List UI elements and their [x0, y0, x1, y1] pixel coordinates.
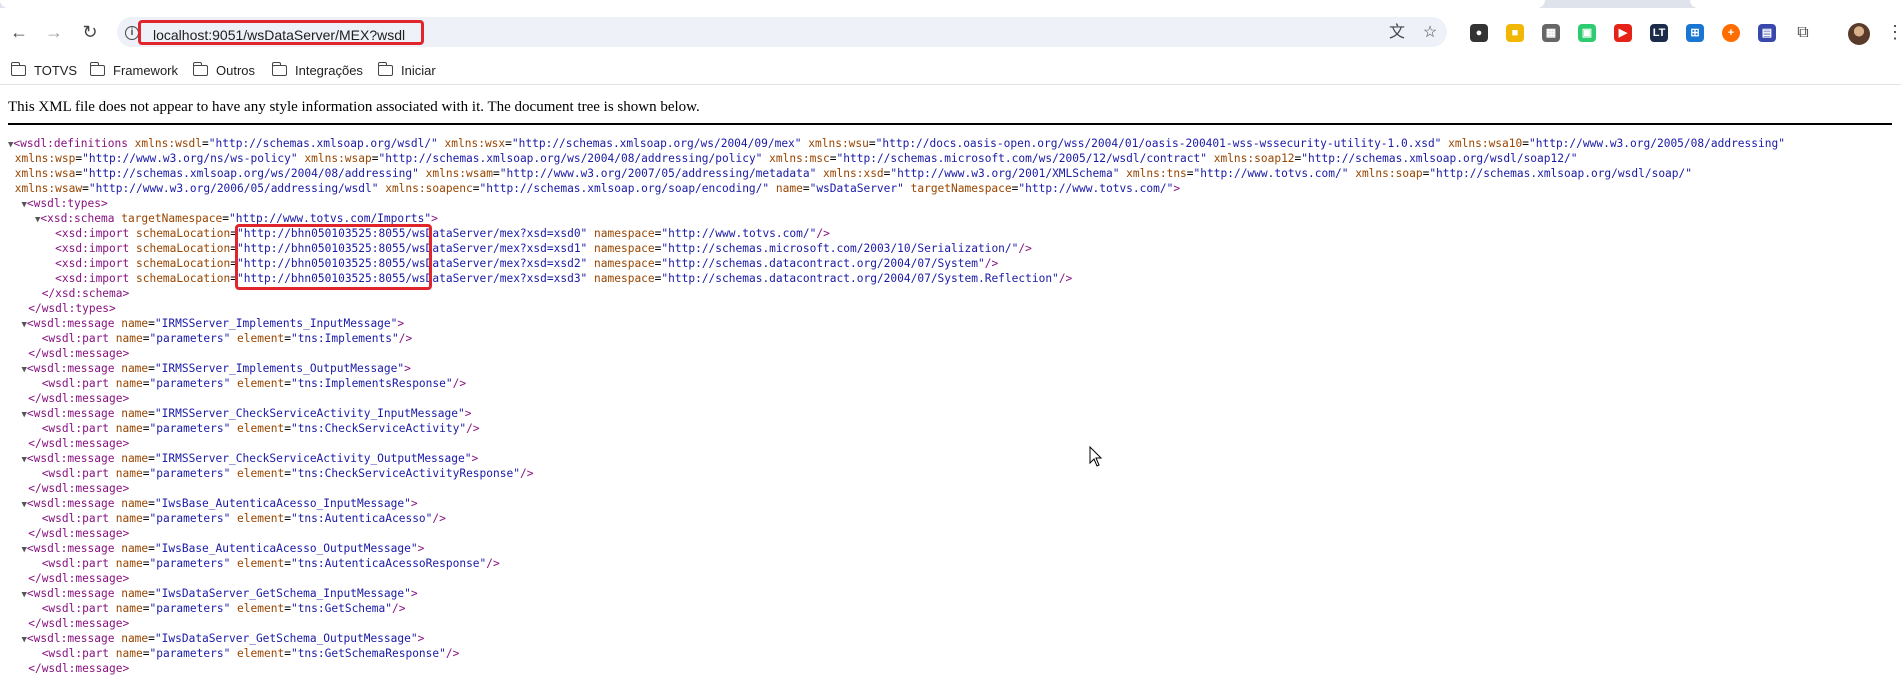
xml-line: <wsdl:part name="parameters" element="tn…	[41, 377, 467, 390]
bookmark-folder-integracoes[interactable]: Integrações	[271, 61, 363, 79]
extension-icon-2[interactable]: ■	[1506, 24, 1524, 42]
xml-node-collapsible[interactable]: ▼<wsdl:message name="IwsBase_AutenticaAc…	[8, 541, 424, 556]
extension-icon-5[interactable]: ▶	[1614, 24, 1632, 42]
tab-strip	[0, 0, 1901, 8]
extension-icon-4[interactable]: ▣	[1578, 24, 1596, 42]
folder-icon	[377, 61, 393, 76]
browser-toolbar: ← → ↻ i localhost:9051/wsDataServer/MEX?…	[0, 8, 1901, 55]
url-text[interactable]: localhost:9051/wsDataServer/MEX?wsdl	[153, 27, 405, 43]
xml-node-collapsible[interactable]: ▼<wsdl:message name="IRMSServer_Implemen…	[8, 316, 404, 331]
extension-icon-8[interactable]: +	[1722, 24, 1740, 42]
extensions-puzzle-icon[interactable]: ⧉	[1793, 23, 1813, 43]
xml-line: xmlns:wsp="http://www.w3.org/ns/ws-polic…	[8, 152, 1578, 165]
folder-icon	[89, 61, 105, 76]
xml-node-collapsible[interactable]: ▼<wsdl:message name="IRMSServer_CheckSer…	[8, 406, 471, 421]
mouse-cursor-icon	[1089, 446, 1103, 467]
profile-avatar[interactable]	[1848, 23, 1870, 45]
xml-line: xmlns:wsaw="http://www.w3.org/2006/05/ad…	[8, 182, 1181, 195]
xml-node-collapsible[interactable]: ▼<wsdl:message name="IwsDataServer_GetSc…	[8, 631, 424, 646]
windows-icon[interactable]: ⊞	[1686, 24, 1704, 42]
xml-line: <xsd:import schemaLocation="http://bhn05…	[55, 272, 1073, 285]
xml-node-collapsible[interactable]: ▼<wsdl:definitions xmlns:wsdl="http://sc…	[8, 136, 1785, 151]
xml-line: <xsd:import schemaLocation="http://bhn05…	[55, 257, 999, 270]
xml-line: </wsdl:message>	[28, 662, 130, 675]
xml-line: <wsdl:part name="parameters" element="tn…	[41, 422, 480, 435]
forward-icon[interactable]: →	[43, 21, 65, 43]
xml-node-collapsible[interactable]: ▼<wsdl:message name="IwsBase_AutenticaAc…	[8, 496, 417, 511]
background-tab[interactable]	[1690, 0, 1901, 8]
extension-icon-9[interactable]: ▤	[1758, 24, 1776, 42]
bookmark-folder-iniciar[interactable]: Iniciar	[377, 61, 436, 79]
xml-line: </xsd:schema>	[41, 287, 130, 300]
bookmark-folder-framework[interactable]: Framework	[89, 61, 178, 79]
xml-line: <wsdl:part name="parameters" element="tn…	[41, 512, 446, 525]
extension-icon-6[interactable]: LT	[1650, 24, 1668, 42]
xml-line: <xsd:import schemaLocation="http://bhn05…	[55, 242, 1032, 255]
xml-line: <wsdl:part name="parameters" element="tn…	[41, 557, 500, 570]
folder-icon	[271, 61, 287, 76]
bookmark-star-icon[interactable]: ☆	[1420, 23, 1440, 43]
xml-node-collapsible[interactable]: ▼<wsdl:message name="IRMSServer_Implemen…	[8, 361, 410, 376]
host-highlight-box	[235, 224, 432, 290]
folder-icon	[192, 61, 208, 76]
xml-line: xmlns:wsa="http://schemas.xmlsoap.org/ws…	[8, 167, 1692, 180]
xml-line: </wsdl:message>	[28, 482, 130, 495]
xml-line: <wsdl:part name="parameters" element="tn…	[41, 602, 406, 615]
xml-line: </wsdl:message>	[28, 392, 130, 405]
xml-line: <wsdl:part name="parameters" element="tn…	[41, 332, 413, 345]
xml-line: </wsdl:message>	[28, 527, 130, 540]
xml-line: <wsdl:part name="parameters" element="tn…	[41, 467, 534, 480]
reload-icon[interactable]: ↻	[79, 21, 101, 43]
xml-line: </wsdl:message>	[28, 437, 130, 450]
menu-dots-icon[interactable]: ⋮	[1886, 22, 1901, 43]
xml-line: </wsdl:types>	[28, 302, 116, 315]
xml-style-info: This XML file does not appear to have an…	[8, 99, 700, 115]
xml-node-collapsible[interactable]: ▼<wsdl:message name="IwsDataServer_GetSc…	[8, 586, 417, 601]
bookmark-folder-totvs[interactable]: TOTVS	[10, 61, 77, 79]
active-tab[interactable]	[0, 0, 1545, 8]
qr-code-icon[interactable]: ▦	[1542, 24, 1560, 42]
xml-line: <wsdl:part name="parameters" element="tn…	[41, 647, 460, 660]
xml-node-collapsible[interactable]: ▼<wsdl:types>	[8, 196, 107, 211]
xml-line: </wsdl:message>	[28, 347, 130, 360]
extension-icon-1[interactable]: ●	[1470, 24, 1488, 42]
xml-line: </wsdl:message>	[28, 572, 130, 585]
xml-viewer: This XML file does not appear to have an…	[0, 86, 1901, 675]
bookmark-folder-outros[interactable]: Outros	[192, 61, 255, 79]
xml-node-collapsible[interactable]: ▼<wsdl:message name="IRMSServer_CheckSer…	[8, 451, 478, 466]
divider	[8, 123, 1892, 126]
site-info-icon[interactable]: i	[125, 26, 139, 40]
bookmarks-bar: TOTVS Framework Outros Integrações Inici…	[0, 55, 1901, 85]
folder-icon	[10, 61, 26, 76]
back-icon[interactable]: ←	[8, 21, 30, 43]
translate-icon[interactable]: 文	[1387, 23, 1407, 43]
xml-line: </wsdl:message>	[28, 617, 130, 630]
